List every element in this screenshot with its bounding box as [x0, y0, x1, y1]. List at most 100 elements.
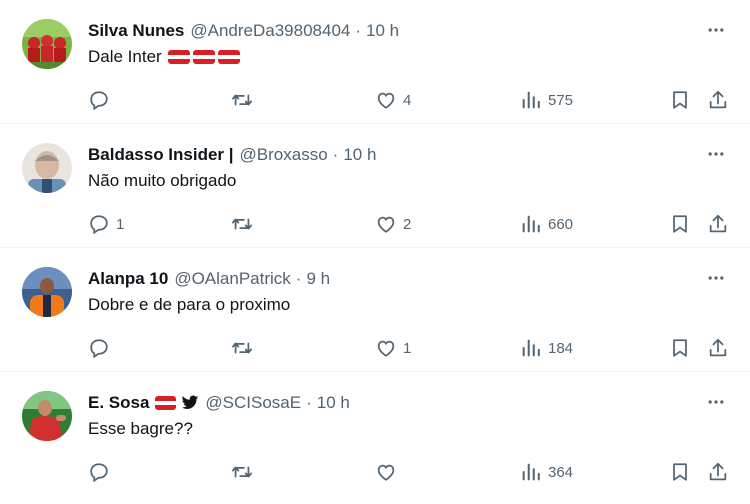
retweet-icon	[231, 218, 253, 230]
retweet-button[interactable]	[231, 334, 259, 362]
share-button[interactable]	[707, 210, 729, 238]
views-icon	[522, 91, 540, 109]
tweet-text: Dale Inter	[88, 47, 240, 67]
avatar[interactable]	[22, 143, 72, 193]
like-button[interactable]: 2	[375, 210, 411, 238]
views-button[interactable]: 660	[520, 210, 573, 238]
tweet-header: Silva Nunes @AndreDa39808404 · 10 h	[88, 19, 399, 43]
retweet-button[interactable]	[231, 458, 259, 486]
tweet-header: Alanpa 10 @OAlanPatrick · 9 h	[88, 267, 330, 291]
tweet[interactable]: E. Sosa @SCISosaE · 10 h Esse bagre?? 36…	[0, 372, 750, 496]
tweet-text-content: Não muito obrigado	[88, 171, 237, 190]
action-bar: 1 2 660	[88, 210, 728, 238]
share-button[interactable]	[707, 334, 729, 362]
like-icon	[377, 216, 395, 233]
action-bar: 364	[88, 458, 728, 486]
tweet-text-content: Esse bagre??	[88, 419, 193, 438]
reply-button[interactable]: 1	[88, 210, 124, 238]
timestamp[interactable]: 10 h	[366, 21, 399, 41]
more-icon[interactable]	[706, 144, 726, 164]
author-name[interactable]: E. Sosa	[88, 393, 149, 413]
bookmark-icon	[673, 463, 687, 481]
bookmark-button[interactable]	[669, 334, 691, 362]
avatar[interactable]	[22, 267, 72, 317]
avatar[interactable]	[22, 391, 72, 441]
views-count: 184	[548, 339, 574, 357]
bookmark-icon	[673, 91, 687, 109]
retweet-button[interactable]	[231, 86, 259, 114]
tweet-text: Dobre e de para o proximo	[88, 295, 290, 315]
twitter-bird-icon	[182, 395, 199, 409]
views-button[interactable]: 364	[520, 458, 573, 486]
reply-icon	[90, 463, 108, 483]
internacional-flag-icon	[192, 50, 215, 64]
like-button[interactable]: 4	[375, 86, 411, 114]
timestamp[interactable]: 10 h	[317, 393, 350, 413]
tweet[interactable]: Alanpa 10 @OAlanPatrick · 9 h Dobre e de…	[0, 248, 750, 372]
share-icon	[709, 338, 727, 357]
reply-count: 1	[116, 215, 125, 233]
bookmark-icon	[673, 339, 687, 357]
more-icon[interactable]	[706, 20, 726, 40]
more-icon[interactable]	[706, 392, 726, 412]
author-name[interactable]: Baldasso Insider |	[88, 145, 234, 165]
bookmark-button[interactable]	[669, 86, 691, 114]
reply-button[interactable]	[88, 86, 116, 114]
author-handle[interactable]: @AndreDa39808404	[190, 21, 350, 41]
share-icon	[709, 90, 727, 109]
tweet-text-content: Dale Inter	[88, 47, 162, 66]
author-name[interactable]: Silva Nunes	[88, 21, 184, 41]
tweet-header: Baldasso Insider | @Broxasso · 10 h	[88, 143, 376, 167]
like-count: 1	[403, 339, 412, 357]
timeline: Silva Nunes @AndreDa39808404 · 10 h Dale…	[0, 0, 750, 496]
tweet[interactable]: Silva Nunes @AndreDa39808404 · 10 h Dale…	[0, 0, 750, 124]
bookmark-button[interactable]	[669, 458, 691, 486]
separator-dot: ·	[332, 145, 339, 164]
views-icon	[522, 463, 540, 481]
like-button[interactable]: 1	[375, 334, 411, 362]
like-button[interactable]	[375, 458, 403, 486]
bookmark-button[interactable]	[669, 210, 691, 238]
reply-icon	[90, 339, 108, 359]
share-icon	[709, 462, 727, 481]
author-name[interactable]: Alanpa 10	[88, 269, 168, 289]
author-handle[interactable]: @SCISosaE	[205, 393, 301, 413]
reply-icon	[90, 215, 108, 235]
tweet-text-content: Dobre e de para o proximo	[88, 295, 291, 314]
views-count: 364	[548, 463, 574, 481]
retweet-icon	[231, 94, 253, 106]
views-button[interactable]: 184	[520, 334, 573, 362]
reply-icon	[90, 91, 108, 111]
views-button[interactable]: 575	[520, 86, 573, 114]
flag-emojis	[167, 50, 240, 64]
separator-dot: ·	[355, 21, 362, 40]
author-handle[interactable]: @Broxasso	[240, 145, 328, 165]
reply-button[interactable]	[88, 334, 116, 362]
internacional-flag-icon	[167, 50, 190, 64]
views-count: 575	[548, 91, 574, 109]
timestamp[interactable]: 9 h	[306, 269, 330, 289]
tweet[interactable]: Baldasso Insider | @Broxasso · 10 h Não …	[0, 124, 750, 248]
share-button[interactable]	[707, 86, 729, 114]
tweet-header: E. Sosa @SCISosaE · 10 h	[88, 391, 350, 415]
reply-button[interactable]	[88, 458, 116, 486]
author-handle[interactable]: @OAlanPatrick	[174, 269, 290, 289]
views-icon	[522, 339, 540, 357]
retweet-icon	[231, 342, 253, 354]
views-icon	[522, 215, 540, 233]
like-icon	[377, 340, 395, 357]
views-count: 660	[548, 215, 574, 233]
bookmark-icon	[673, 215, 687, 233]
separator-dot: ·	[295, 269, 302, 288]
tweet-text: Esse bagre??	[88, 419, 193, 439]
more-icon[interactable]	[706, 268, 726, 288]
timestamp[interactable]: 10 h	[343, 145, 376, 165]
internacional-flag-icon	[155, 396, 177, 410]
like-icon	[377, 464, 395, 481]
share-button[interactable]	[707, 458, 729, 486]
avatar[interactable]	[22, 19, 72, 69]
tweet-text: Não muito obrigado	[88, 171, 236, 191]
separator-dot: ·	[306, 393, 312, 412]
retweet-button[interactable]	[231, 210, 259, 238]
internacional-flag-icon	[217, 50, 240, 64]
